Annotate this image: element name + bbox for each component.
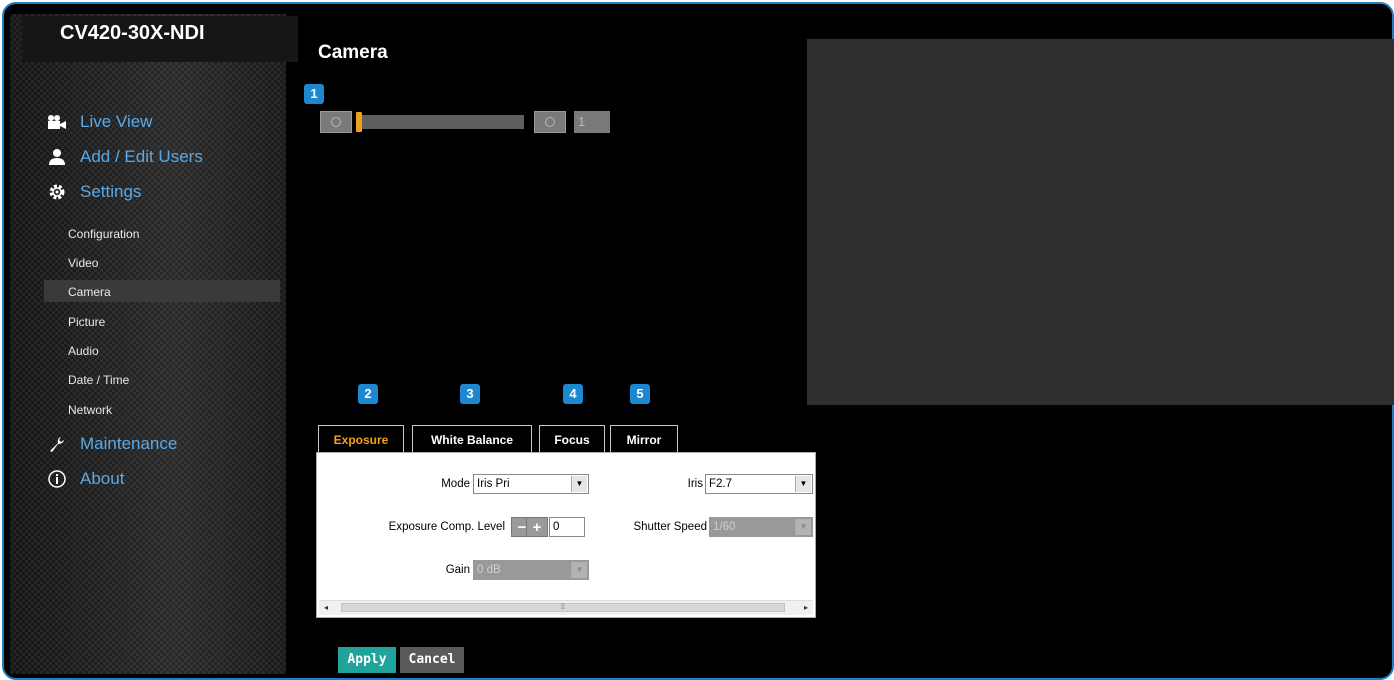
zoom-out-icon [331,117,341,127]
tab-white-balance[interactable]: White Balance [412,425,532,453]
zoom-out-button[interactable] [320,111,352,133]
sidebar-item-label: Maintenance [80,434,178,453]
exposure-comp-input[interactable]: 0 [549,517,585,537]
sidebar-subitem-date-time[interactable]: Date / Time [68,370,129,390]
sidebar-item-about[interactable]: About [46,465,124,493]
apply-button[interactable]: Apply [338,647,396,673]
camera-icon [46,111,68,133]
sidebar-item-maintenance[interactable]: Maintenance [46,430,177,458]
shutter-speed-label: Shutter Speed [633,521,707,533]
zoom-slider-thumb[interactable] [356,112,362,132]
iris-label: Iris [687,478,703,490]
gain-select[interactable]: 0 dB ▼ [473,560,589,580]
gain-value: 0 dB [477,564,501,576]
mode-label: Mode [441,478,470,490]
info-icon [46,468,68,490]
video-preview [807,39,1394,405]
gain-label: Gain [445,564,470,576]
horizontal-scrollbar[interactable]: ◂ ⁞⁞ ▸ [319,600,813,615]
zoom-in-icon [545,117,555,127]
chevron-down-icon: ▼ [795,519,811,535]
zoom-slider-track[interactable] [358,115,524,129]
callout-badge: 2 [358,384,378,404]
callout-badge: 5 [630,384,650,404]
sidebar-item-label: Settings [80,182,142,201]
zoom-in-button[interactable] [534,111,566,133]
sidebar-item-label: Add / Edit Users [80,147,203,166]
exposure-comp-label: Exposure Comp. Level [388,521,505,533]
sidebar-subitem-configuration[interactable]: Configuration [68,224,139,244]
callout-badge: 4 [563,384,583,404]
mode-value: Iris Pri [477,478,510,490]
product-title: CV420-30X-NDI [22,16,298,62]
chevron-down-icon: ▼ [571,476,587,492]
shutter-speed-select[interactable]: 1/60 ▼ [709,517,813,537]
sidebar-item-label: Live View [80,112,153,131]
wrench-icon [46,433,68,455]
scrollbar-thumb[interactable]: ⁞⁞ [341,603,785,612]
exposure-panel: Mode Iris Pri ▼ Iris F2.7 ▼ Exposure Com… [316,452,816,618]
sidebar-item-add-edit-users[interactable]: Add / Edit Users [46,143,203,171]
iris-value: F2.7 [709,478,733,490]
scroll-left-icon[interactable]: ◂ [319,601,333,615]
zoom-value: 1 [574,111,610,133]
sidebar-subitem-network[interactable]: Network [68,400,112,420]
page-title: Camera [318,42,388,63]
tab-focus[interactable]: Focus [539,425,605,453]
tab-exposure[interactable]: Exposure [318,425,404,453]
callout-badge: 3 [460,384,480,404]
tab-mirror[interactable]: Mirror [610,425,678,453]
iris-select[interactable]: F2.7 ▼ [705,474,813,494]
mode-select[interactable]: Iris Pri ▼ [473,474,589,494]
gear-icon [46,181,68,203]
callout-badge: 1 [304,84,324,104]
sidebar-subitem-audio[interactable]: Audio [68,341,99,361]
shutter-speed-value: 1/60 [713,521,736,533]
chevron-down-icon: ▼ [795,476,811,492]
sidebar-item-label: About [80,469,125,488]
sidebar-subitem-video[interactable]: Video [68,253,98,273]
cancel-button[interactable]: Cancel [400,647,464,673]
sidebar-item-live-view[interactable]: Live View [46,108,152,136]
chevron-down-icon: ▼ [571,562,587,578]
sidebar-subitem-camera[interactable]: Camera [68,282,111,302]
sidebar-item-settings[interactable]: Settings [46,178,141,206]
exposure-comp-increase-button[interactable]: + [526,517,548,537]
scroll-right-icon[interactable]: ▸ [799,601,813,615]
user-icon [46,146,68,168]
sidebar-subitem-picture[interactable]: Picture [68,312,105,332]
